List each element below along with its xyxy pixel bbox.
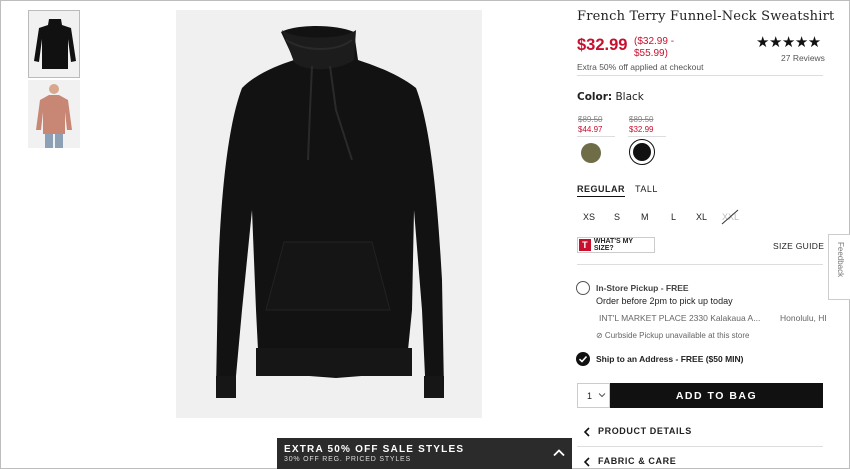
size-xs[interactable]: XS [583, 212, 595, 222]
swatch-olive[interactable] [581, 143, 601, 163]
ship-radio-selected[interactable] [576, 352, 590, 366]
swatch-sale-price: $44.97 [578, 125, 603, 134]
color-label: Color: Black [577, 91, 644, 103]
swatch-orig-price: $89.50 [629, 115, 654, 124]
promo-headline: EXTRA 50% OFF SALE STYLES [284, 444, 465, 455]
divider [628, 136, 666, 137]
divider [577, 264, 823, 265]
unavailable-slash-icon [721, 209, 739, 225]
chevron-left-icon [583, 457, 590, 467]
accordion-label: PRODUCT DETAILS [598, 426, 692, 436]
swatch-orig-price: $89.50 [578, 115, 603, 124]
accordion-product-details[interactable]: PRODUCT DETAILS [577, 425, 823, 439]
black-sweatshirt-image [176, 10, 482, 418]
swatch-black-selected[interactable] [629, 139, 655, 165]
whats-my-size-label: WHAT'S MY SIZE? [593, 238, 633, 252]
checkmark-icon [578, 355, 588, 363]
divider [577, 75, 823, 76]
black-sweatshirt-thumb-image [29, 11, 79, 77]
promo-banner[interactable]: EXTRA 50% OFF SALE STYLES 30% OFF REG. P… [277, 438, 572, 469]
size-s[interactable]: S [614, 212, 620, 222]
fit-tall[interactable]: TALL [635, 184, 658, 194]
accordion-fabric-care[interactable]: FABRIC & CARE [577, 455, 823, 469]
reviews-link[interactable]: 27 Reviews [781, 53, 825, 63]
thumbnail-model[interactable] [28, 80, 80, 148]
rating-stars[interactable]: ★★★★★ [756, 33, 821, 51]
promo-subline: 30% OFF REG. PRICED STYLES [284, 456, 411, 463]
accordion-label: FABRIC & CARE [598, 456, 677, 466]
curbside-note: ⊘ Curbside Pickup unavailable at this st… [596, 331, 750, 340]
size-m[interactable]: M [641, 212, 649, 222]
pickup-city: Honolulu, HI [780, 313, 827, 323]
pickup-title: In-Store Pickup - FREE [596, 283, 689, 293]
product-title: French Terry Funnel-Neck Sweatshirt [577, 9, 835, 24]
swatch-price-olive: $89.50 $44.97 [578, 115, 602, 135]
chevron-down-icon [598, 393, 606, 398]
divider [577, 446, 823, 447]
price-range: ($32.99 - $55.99) [634, 36, 675, 59]
chevron-left-icon [583, 427, 590, 437]
swatch-price-black: $89.50 $32.99 [629, 115, 653, 135]
fit-predictor-icon: T [579, 239, 591, 251]
quantity-select[interactable]: 1 [577, 383, 610, 408]
thumbnail-black[interactable] [28, 10, 80, 78]
chevron-up-icon[interactable] [552, 446, 566, 460]
feedback-tab[interactable]: Feedback [828, 234, 850, 300]
fit-regular[interactable]: REGULAR [577, 184, 625, 197]
whats-my-size-button[interactable]: T WHAT'S MY SIZE? [577, 237, 655, 253]
ship-title: Ship to an Address - FREE ($50 MIN) [596, 354, 744, 364]
model-sweatshirt-thumb-image [28, 80, 80, 148]
pickup-store[interactable]: INT'L MARKET PLACE 2330 Kalakaua A... [599, 313, 760, 323]
size-l[interactable]: L [671, 212, 676, 222]
size-xl[interactable]: XL [696, 212, 707, 222]
main-product-image [176, 10, 482, 418]
color-value: Black [615, 91, 644, 103]
color-label-key: Color: [577, 91, 613, 103]
sale-price: $32.99 [577, 36, 628, 54]
pickup-radio[interactable] [576, 281, 590, 295]
size-xxl-unavailable: XXL [721, 209, 739, 225]
pickup-subtitle: Order before 2pm to pick up today [596, 296, 733, 306]
swatch-sale-price: $32.99 [629, 125, 654, 134]
add-to-bag-button[interactable]: ADD TO BAG [610, 383, 823, 408]
feedback-label: Feedback [836, 242, 845, 278]
size-guide-link[interactable]: SIZE GUIDE [773, 241, 824, 251]
extra-discount-note: Extra 50% off applied at checkout [577, 62, 704, 72]
divider [577, 136, 615, 137]
quantity-value: 1 [587, 391, 593, 401]
